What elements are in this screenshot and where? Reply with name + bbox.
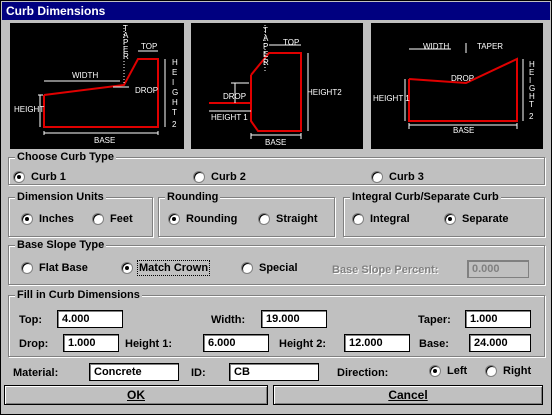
top-label: Top:	[19, 314, 43, 326]
id-label: ID:	[191, 367, 206, 379]
curb1-diagram: TAPER TOP WIDTH DROP HEIGHT BASE HEIGHT2	[10, 23, 184, 149]
radio-icon[interactable]	[21, 262, 33, 274]
units-title: Dimension Units	[15, 191, 106, 203]
drop-label: Drop:	[19, 338, 49, 350]
taper-label: Taper:	[418, 314, 451, 326]
curb2-height2-text: HEIGHT2	[307, 88, 342, 97]
curb3-taper-text: TAPER	[477, 42, 503, 51]
integral-radio[interactable]: Integral	[352, 213, 410, 225]
radio-icon[interactable]	[241, 262, 253, 274]
radio-icon[interactable]	[485, 365, 497, 377]
window-title: Curb Dimensions	[2, 2, 550, 20]
curb2-top-text: TOP	[283, 38, 299, 47]
curb3-radio[interactable]: Curb 3	[371, 171, 424, 183]
svg-text:I: I	[172, 78, 174, 87]
width-field[interactable]: 19.000	[261, 310, 327, 328]
base-slope-percent-field[interactable]: 0.000	[467, 260, 529, 278]
curb2-height1-text: HEIGHT 1	[211, 113, 248, 122]
base-slope-title: Base Slope Type	[15, 239, 107, 251]
id-field[interactable]: CB	[229, 363, 319, 381]
width-label: Width:	[211, 314, 246, 326]
svg-text:E: E	[172, 68, 177, 77]
height1-label: Height 1:	[125, 338, 173, 350]
curb-type-group: Choose Curb Type	[8, 151, 545, 185]
curb2-base-text: BASE	[265, 138, 286, 147]
curb1-base-text: BASE	[94, 136, 115, 145]
separate-radio[interactable]: Separate	[444, 213, 508, 225]
base-slope-percent-label: Base Slope Percent:	[332, 264, 439, 276]
inches-radio[interactable]: Inches	[21, 213, 74, 225]
svg-text:R: R	[263, 58, 269, 67]
taper-field[interactable]: 1.000	[465, 310, 531, 328]
radio-icon[interactable]	[193, 171, 205, 183]
left-radio[interactable]: Left	[429, 365, 467, 377]
radio-selected-icon[interactable]	[429, 365, 441, 377]
svg-text:G: G	[172, 88, 178, 97]
curb1-drop-text: DROP	[135, 86, 158, 95]
curb2-diagram: TAPER TOP DROP HEIGHT2 HEIGHT 1 BASE	[191, 23, 363, 149]
integral-title: Integral Curb/Separate Curb	[350, 191, 501, 203]
material-label: Material:	[13, 367, 59, 379]
svg-text:R: R	[123, 52, 129, 61]
top-field[interactable]: 4.000	[57, 310, 123, 328]
rounding-radio[interactable]: Rounding	[168, 213, 237, 225]
svg-text:2: 2	[172, 120, 177, 129]
height1-field[interactable]: 6.000	[203, 334, 269, 352]
curb1-height-text: HEIGHT	[14, 105, 44, 114]
curb-dimensions-dialog: Curb Dimensions TAPER TOP WIDTH DROP HEI…	[0, 0, 552, 415]
ok-button[interactable]: OK	[4, 385, 268, 405]
radio-selected-icon[interactable]	[21, 213, 33, 225]
curb-type-title: Choose Curb Type	[15, 151, 116, 163]
curb3-height1-text: HEIGHT 1	[373, 94, 410, 103]
drop-field[interactable]: 1.000	[63, 334, 119, 352]
svg-text:H: H	[172, 58, 178, 67]
material-field[interactable]: Concrete	[89, 363, 179, 381]
feet-radio[interactable]: Feet	[92, 213, 133, 225]
radio-icon[interactable]	[258, 213, 270, 225]
svg-text:T: T	[529, 100, 534, 109]
cancel-button[interactable]: Cancel	[273, 385, 543, 405]
base-label: Base:	[419, 338, 449, 350]
curb3-base-text: BASE	[453, 126, 474, 135]
flat-base-radio[interactable]: Flat Base	[21, 262, 88, 274]
radio-icon[interactable]	[352, 213, 364, 225]
height2-label: Height 2:	[279, 338, 327, 350]
rounding-title: Rounding	[165, 191, 221, 203]
match-crown-radio[interactable]: Match Crown	[121, 260, 211, 276]
curb2-radio[interactable]: Curb 2	[193, 171, 246, 183]
dims-title: Fill in Curb Dimensions	[15, 289, 142, 301]
radio-icon[interactable]	[92, 213, 104, 225]
curb2-drop-text: DROP	[223, 92, 246, 101]
svg-text:T: T	[172, 108, 177, 117]
straight-radio[interactable]: Straight	[258, 213, 318, 225]
special-radio[interactable]: Special	[241, 262, 298, 274]
radio-selected-icon[interactable]	[13, 171, 25, 183]
radio-icon[interactable]	[371, 171, 383, 183]
curb3-diagram: WIDTH TAPER DROP HEIGHT 1 BASE HEIGHT2	[371, 23, 543, 149]
radio-selected-icon[interactable]	[168, 213, 180, 225]
curb1-width-text: WIDTH	[72, 71, 98, 80]
curb3-drop-text: DROP	[451, 74, 474, 83]
svg-text:2: 2	[529, 112, 534, 121]
curb1-top-text: TOP	[141, 42, 157, 51]
radio-selected-icon[interactable]	[121, 262, 133, 274]
radio-selected-icon[interactable]	[444, 213, 456, 225]
direction-label: Direction:	[337, 367, 389, 379]
curb3-width-text: WIDTH	[423, 42, 449, 51]
curb1-radio[interactable]: Curb 1	[13, 171, 66, 183]
base-field[interactable]: 24.000	[469, 334, 531, 352]
height2-field[interactable]: 12.000	[344, 334, 410, 352]
svg-text:H: H	[172, 98, 178, 107]
right-radio[interactable]: Right	[485, 365, 531, 377]
